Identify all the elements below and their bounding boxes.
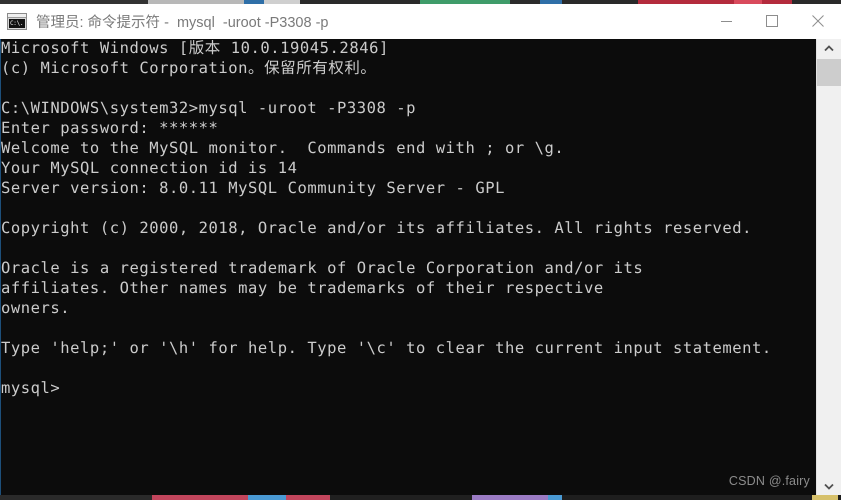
cmd-console-icon: C:\. [7,12,27,30]
maximize-button[interactable] [749,4,795,38]
watermark-label: CSDN @.fairy [728,474,810,488]
minimize-button[interactable] [703,4,749,38]
desktop-background: C:\. 管理员: 命令提示符 - mysql -uroot -P3308 -p [0,0,841,500]
terminal-scrollbar[interactable] [816,39,841,495]
command-prompt-window: C:\. 管理员: 命令提示符 - mysql -uroot -P3308 -p [0,4,841,495]
window-title: 管理员: 命令提示符 - mysql -uroot -P3308 -p [36,14,329,31]
title-bar-left: C:\. 管理员: 命令提示符 - mysql -uroot -P3308 -p [0,11,703,32]
scroll-up-arrow-icon[interactable] [817,39,841,57]
scroll-down-arrow-icon[interactable] [817,477,841,495]
terminal-screen[interactable]: Microsoft Windows [版本 10.0.19045.2846] (… [0,39,816,495]
terminal-area: Microsoft Windows [版本 10.0.19045.2846] (… [0,39,841,495]
terminal-output-text: Microsoft Windows [版本 10.0.19045.2846] (… [1,39,772,397]
scrollbar-thumb[interactable] [817,59,841,86]
close-button[interactable] [795,4,841,38]
cmd-icon-screen: C:\. [9,18,25,28]
title-bar[interactable]: C:\. 管理员: 命令提示符 - mysql -uroot -P3308 -p [0,4,841,39]
scrollbar-track[interactable] [817,57,841,477]
window-controls [703,4,841,38]
cmd-icon-titlestrip [8,13,26,18]
